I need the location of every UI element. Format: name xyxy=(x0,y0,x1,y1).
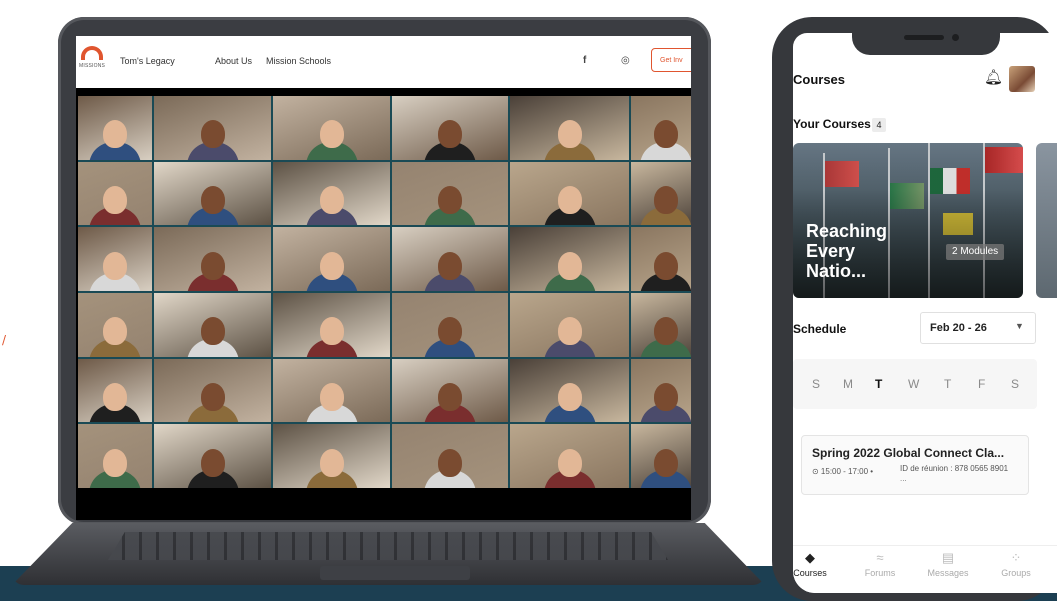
participant-video-tile xyxy=(631,358,691,423)
participant-video-tile xyxy=(392,358,508,423)
event-card[interactable]: Spring 2022 Global Connect Cla... ⊙ 15:0… xyxy=(801,435,1029,495)
participant-video-tile xyxy=(392,161,508,226)
forums-icon: ≈ xyxy=(876,550,884,565)
schedule-heading: Schedule xyxy=(793,322,847,336)
tab-courses[interactable]: ◆ Courses xyxy=(793,550,840,578)
groups-icon: ⁘ xyxy=(1010,550,1022,565)
laptop-keyboard xyxy=(108,532,668,560)
video-call-grid xyxy=(78,96,691,488)
participant-video-tile xyxy=(154,358,271,423)
phone-notch xyxy=(852,27,1000,55)
nav-link-toms-legacy[interactable]: Tom's Legacy xyxy=(120,56,175,66)
phone-screen: Courses 🔔︎ Your Courses 4 Reaching Every… xyxy=(793,33,1057,593)
decorative-mark: / xyxy=(2,333,7,347)
participant-video-tile xyxy=(510,96,629,160)
date-range-value: Feb 20 - 26 xyxy=(930,322,987,334)
participant-video-tile xyxy=(78,161,152,226)
participant-video-tile xyxy=(510,358,629,423)
site-logo-text: MISSIONS xyxy=(79,63,106,69)
date-range-select[interactable]: Feb 20 - 26 ▼ xyxy=(920,312,1036,344)
nav-link-mission-schools[interactable]: Mission Schools xyxy=(266,56,331,66)
laptop-screen: MISSIONS Tom's Legacy About Us Mission S… xyxy=(76,36,691,520)
avatar[interactable] xyxy=(1009,66,1035,92)
event-title: Spring 2022 Global Connect Cla... xyxy=(812,446,1005,460)
bell-icon[interactable]: 🔔︎ xyxy=(984,68,1003,86)
day-sunday[interactable]: S xyxy=(812,377,820,391)
day-thursday[interactable]: T xyxy=(944,377,951,391)
week-day-picker: S M T W T F S xyxy=(793,359,1037,409)
participant-video-tile xyxy=(631,227,691,291)
participant-video-tile xyxy=(154,227,271,291)
participant-video-tile xyxy=(510,161,629,226)
messages-icon: ▤ xyxy=(941,550,955,565)
your-courses-heading: Your Courses xyxy=(793,117,871,131)
participant-video-tile xyxy=(510,293,629,357)
day-saturday[interactable]: S xyxy=(1011,377,1019,391)
modules-badge: 2 Modules xyxy=(946,244,1005,260)
facebook-icon[interactable]: f xyxy=(583,55,586,66)
participant-video-tile xyxy=(78,424,152,488)
participant-video-tile xyxy=(392,227,508,291)
participant-video-tile xyxy=(78,96,152,160)
participant-video-tile xyxy=(273,96,390,160)
participant-video-tile xyxy=(154,96,271,160)
participant-video-tile xyxy=(78,293,152,357)
site-logo[interactable]: MISSIONS xyxy=(79,46,107,76)
courses-count-badge: 4 xyxy=(872,118,886,132)
participant-video-tile xyxy=(510,424,629,488)
participant-video-tile xyxy=(392,293,508,357)
participant-video-tile xyxy=(78,227,152,291)
day-wednesday[interactable]: W xyxy=(908,377,919,391)
participant-video-tile xyxy=(154,424,271,488)
chevron-down-icon: ▼ xyxy=(1015,321,1024,331)
event-meeting-id: ID de réunion : 878 0565 8901 xyxy=(900,464,1009,473)
participant-video-tile xyxy=(631,424,691,488)
event-more: ... xyxy=(900,474,907,483)
event-time: ⊙ 15:00 - 17:00 • xyxy=(812,467,874,476)
participant-video-tile xyxy=(154,293,271,357)
participant-video-tile xyxy=(631,161,691,226)
day-monday[interactable]: M xyxy=(843,377,853,391)
laptop-trackpad xyxy=(320,566,470,580)
day-friday[interactable]: F xyxy=(978,377,985,391)
page-title: Courses xyxy=(793,72,846,87)
bottom-tab-bar: ◆ Courses ≈ Forums ▤ Messages ⁘ Groups xyxy=(793,545,1057,593)
participant-video-tile xyxy=(631,96,691,160)
participant-video-tile xyxy=(273,293,390,357)
participant-video-tile xyxy=(154,161,271,226)
participant-video-tile xyxy=(273,161,390,226)
participant-video-tile xyxy=(78,358,152,423)
participant-video-tile xyxy=(510,227,629,291)
participant-video-tile xyxy=(631,293,691,357)
get-involved-button[interactable]: Get Inv xyxy=(651,48,691,72)
instagram-icon[interactable]: ◎ xyxy=(621,55,630,66)
participant-video-tile xyxy=(273,227,390,291)
participant-video-tile xyxy=(273,358,390,423)
course-card[interactable]: Reaching Every Natio... 2 Modules xyxy=(793,143,1023,298)
day-tuesday[interactable]: T xyxy=(875,377,882,391)
courses-icon: ◆ xyxy=(805,550,815,565)
tab-messages[interactable]: ▤ Messages xyxy=(918,550,978,578)
course-title: Reaching Every Natio... xyxy=(806,221,888,281)
participant-video-tile xyxy=(273,424,390,488)
participant-video-tile xyxy=(392,96,508,160)
nav-link-about-us[interactable]: About Us xyxy=(215,56,252,66)
tab-forums[interactable]: ≈ Forums xyxy=(850,550,910,578)
next-course-card[interactable] xyxy=(1036,143,1057,298)
tab-groups[interactable]: ⁘ Groups xyxy=(986,550,1046,578)
participant-video-tile xyxy=(392,424,508,488)
website-header: MISSIONS Tom's Legacy About Us Mission S… xyxy=(76,36,691,88)
